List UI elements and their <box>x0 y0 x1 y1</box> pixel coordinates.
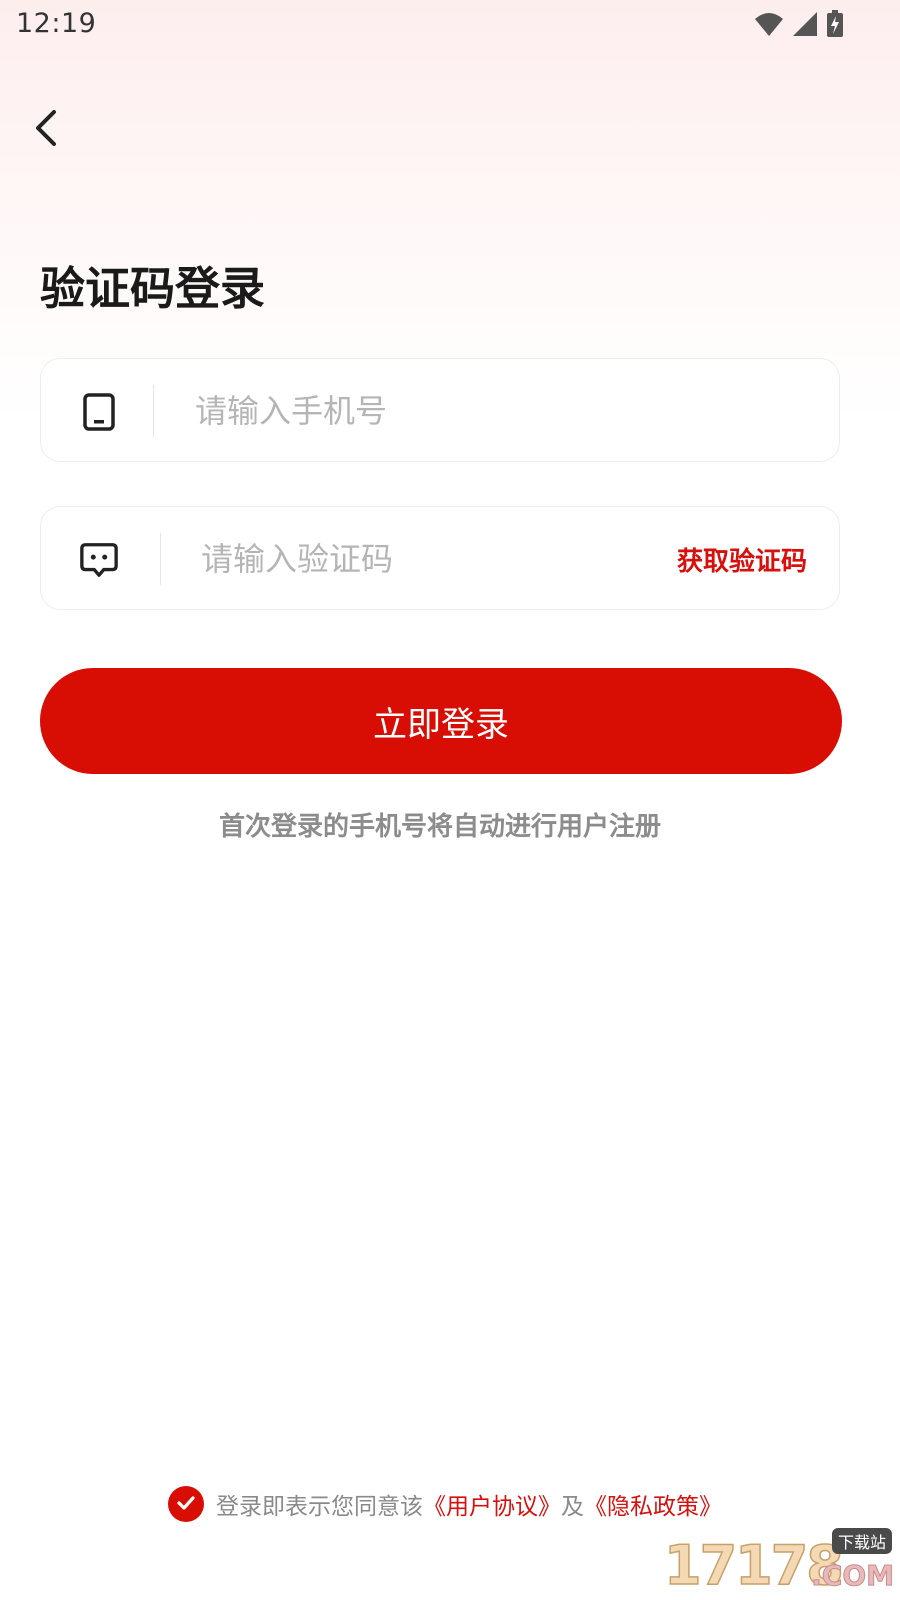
user-agreement-link[interactable]: 《用户协议》 <box>423 1487 561 1521</box>
watermark-badge: 下载站 <box>831 1528 892 1554</box>
verification-code-input[interactable] <box>201 529 641 589</box>
header-background <box>0 0 900 420</box>
message-icon <box>79 540 119 580</box>
privacy-policy-link[interactable]: 《隐私政策》 <box>584 1487 722 1521</box>
agreement-conjunction: 及 <box>561 1494 584 1520</box>
phone-field <box>40 358 840 462</box>
agreement-row: 登录即表示您同意该 《用户协议》 及 《隐私政策》 <box>168 1486 722 1522</box>
cellular-signal-icon <box>792 11 818 41</box>
chevron-left-icon <box>32 108 60 152</box>
field-divider <box>160 533 161 585</box>
status-bar: 12:19 <box>0 0 900 50</box>
phone-icon <box>79 392 119 432</box>
login-button[interactable]: 立即登录 <box>40 668 842 774</box>
get-code-button[interactable]: 获取验证码 <box>677 541 807 578</box>
agreement-prefix: 登录即表示您同意该 <box>216 1494 423 1520</box>
status-time: 12:19 <box>16 8 97 39</box>
checkmark-icon <box>176 1491 196 1517</box>
watermark-domain: .COM <box>811 1559 895 1593</box>
status-icons <box>754 10 844 42</box>
watermark: 17178 .COM 下载站 <box>663 1528 895 1596</box>
field-divider <box>153 385 154 437</box>
agree-checkbox[interactable] <box>168 1486 204 1522</box>
wifi-icon <box>754 11 784 41</box>
phone-input[interactable] <box>195 381 795 441</box>
verification-code-field: 获取验证码 <box>40 506 840 610</box>
register-hint: 首次登录的手机号将自动进行用户注册 <box>218 812 661 842</box>
battery-icon <box>826 10 844 42</box>
page-title: 验证码登录 <box>40 262 266 315</box>
back-button[interactable] <box>22 104 70 156</box>
